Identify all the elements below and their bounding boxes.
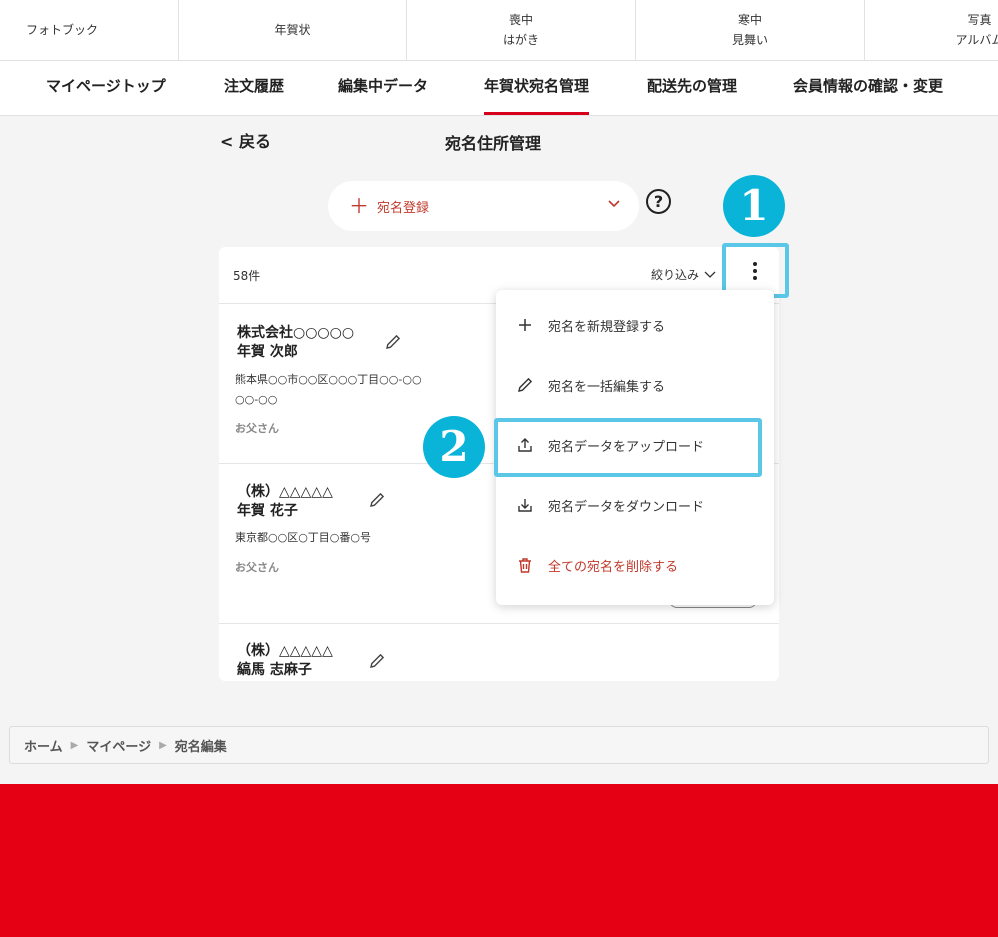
nav-item-order-history[interactable]: 注文履歴 bbox=[224, 61, 284, 115]
trash-icon bbox=[519, 558, 531, 573]
address-line: ○○-○○ bbox=[235, 393, 278, 406]
nav-item-address-management[interactable]: 年賀状宛名管理 bbox=[484, 61, 590, 115]
pencil-icon[interactable] bbox=[368, 652, 386, 670]
menu-item-download[interactable]: 宛名データをダウンロード bbox=[496, 475, 774, 535]
person-name: 年賀 花子 bbox=[237, 503, 298, 519]
menu-item-new-register[interactable]: 宛名を新規登録する bbox=[496, 295, 774, 355]
help-icon[interactable]: ? bbox=[646, 189, 671, 214]
menu-item-label: 宛名データをダウンロード bbox=[548, 499, 705, 515]
nav-item-delivery[interactable]: 配送先の管理 bbox=[647, 61, 737, 115]
breadcrumb-home[interactable]: ホーム bbox=[24, 736, 63, 755]
breadcrumb-current: 宛名編集 bbox=[174, 739, 227, 755]
category-mochu[interactable]: 喪中 はがき bbox=[407, 0, 636, 60]
category-label: 喪中 bbox=[508, 13, 533, 27]
company-name: 株式会社○○○○○ bbox=[237, 325, 355, 341]
plus-icon: ＋ bbox=[349, 194, 369, 218]
category-label: 見舞い bbox=[731, 33, 768, 47]
category-photobook[interactable]: フォトブック bbox=[0, 0, 179, 60]
company-name: （株）△△△△△ bbox=[237, 484, 333, 500]
nav-item-mypage-top[interactable]: マイページトップ bbox=[46, 61, 166, 115]
register-label: 宛名登録 bbox=[377, 200, 430, 216]
page-title: 宛名住所管理 bbox=[445, 134, 542, 153]
back-link[interactable]: < 戻る bbox=[220, 128, 271, 152]
filter-label: 絞り込み bbox=[651, 268, 700, 282]
category-label: アルバム bbox=[955, 33, 998, 47]
category-label: はがき bbox=[502, 33, 539, 47]
mypage-nav: マイページトップ 注文履歴 編集中データ 年賀状宛名管理 配送先の管理 会員情報… bbox=[0, 61, 998, 116]
address-line: 熊本県○○市○○区○○○丁目○○-○○ bbox=[235, 373, 422, 386]
person-name: 縞馬 志麻子 bbox=[237, 662, 312, 678]
category-label: フォトブック bbox=[26, 23, 99, 37]
relation-label: お父さん bbox=[235, 422, 279, 435]
pencil-icon[interactable] bbox=[384, 333, 402, 351]
pencil-icon bbox=[518, 377, 533, 392]
menu-item-delete-all[interactable]: 全ての宛名を削除する bbox=[496, 535, 774, 595]
nav-item-member-info[interactable]: 会員情報の確認・変更 bbox=[793, 61, 943, 115]
menu-item-bulk-edit[interactable]: 宛名を一括編集する bbox=[496, 355, 774, 415]
relation-label: お父さん bbox=[235, 561, 279, 574]
highlight-upload-item bbox=[494, 418, 762, 477]
plus-icon bbox=[519, 319, 531, 331]
category-label: 写真 bbox=[967, 13, 992, 27]
step-badge-1: 1 bbox=[723, 175, 785, 237]
download-icon bbox=[518, 499, 532, 512]
breadcrumb-mypage[interactable]: マイページ bbox=[86, 736, 151, 755]
register-dropdown-button[interactable]: ＋ 宛名登録 bbox=[328, 181, 639, 231]
person-name: 年賀 次郎 bbox=[237, 344, 298, 360]
nav-item-editing-data[interactable]: 編集中データ bbox=[338, 61, 428, 115]
category-label: 寒中 bbox=[737, 13, 762, 27]
breadcrumb: ホーム ▶ マイページ ▶ 宛名編集 bbox=[9, 726, 989, 764]
menu-item-label: 宛名を一括編集する bbox=[548, 379, 666, 395]
menu-item-label: 宛名を新規登録する bbox=[548, 319, 666, 335]
category-bar: フォトブック 年賀状 喪中 はがき 寒中 見舞い 写真 アルバム bbox=[0, 0, 998, 61]
category-label: 年賀状 bbox=[274, 23, 311, 37]
category-kanchu[interactable]: 寒中 見舞い bbox=[636, 0, 865, 60]
menu-item-label: 全ての宛名を削除する bbox=[548, 559, 679, 575]
pencil-icon[interactable] bbox=[368, 491, 386, 509]
step-badge-2: 2 bbox=[423, 416, 485, 478]
company-name: （株）△△△△△ bbox=[237, 643, 333, 659]
breadcrumb-separator-icon: ▶ bbox=[159, 739, 167, 751]
category-nengajo[interactable]: 年賀状 bbox=[179, 0, 407, 60]
chevron-down-icon bbox=[608, 200, 620, 208]
list-item[interactable]: （株）△△△△△ 縞馬 志麻子 bbox=[219, 624, 779, 681]
footer bbox=[0, 784, 998, 937]
filter-dropdown[interactable]: 絞り込み bbox=[651, 266, 716, 283]
breadcrumb-separator-icon: ▶ bbox=[70, 739, 79, 751]
chevron-down-icon bbox=[704, 271, 716, 278]
address-line: 東京都○○区○丁目○番○号 bbox=[235, 531, 371, 544]
address-count: 58件 bbox=[233, 269, 261, 283]
category-album[interactable]: 写真 アルバム bbox=[865, 0, 998, 60]
